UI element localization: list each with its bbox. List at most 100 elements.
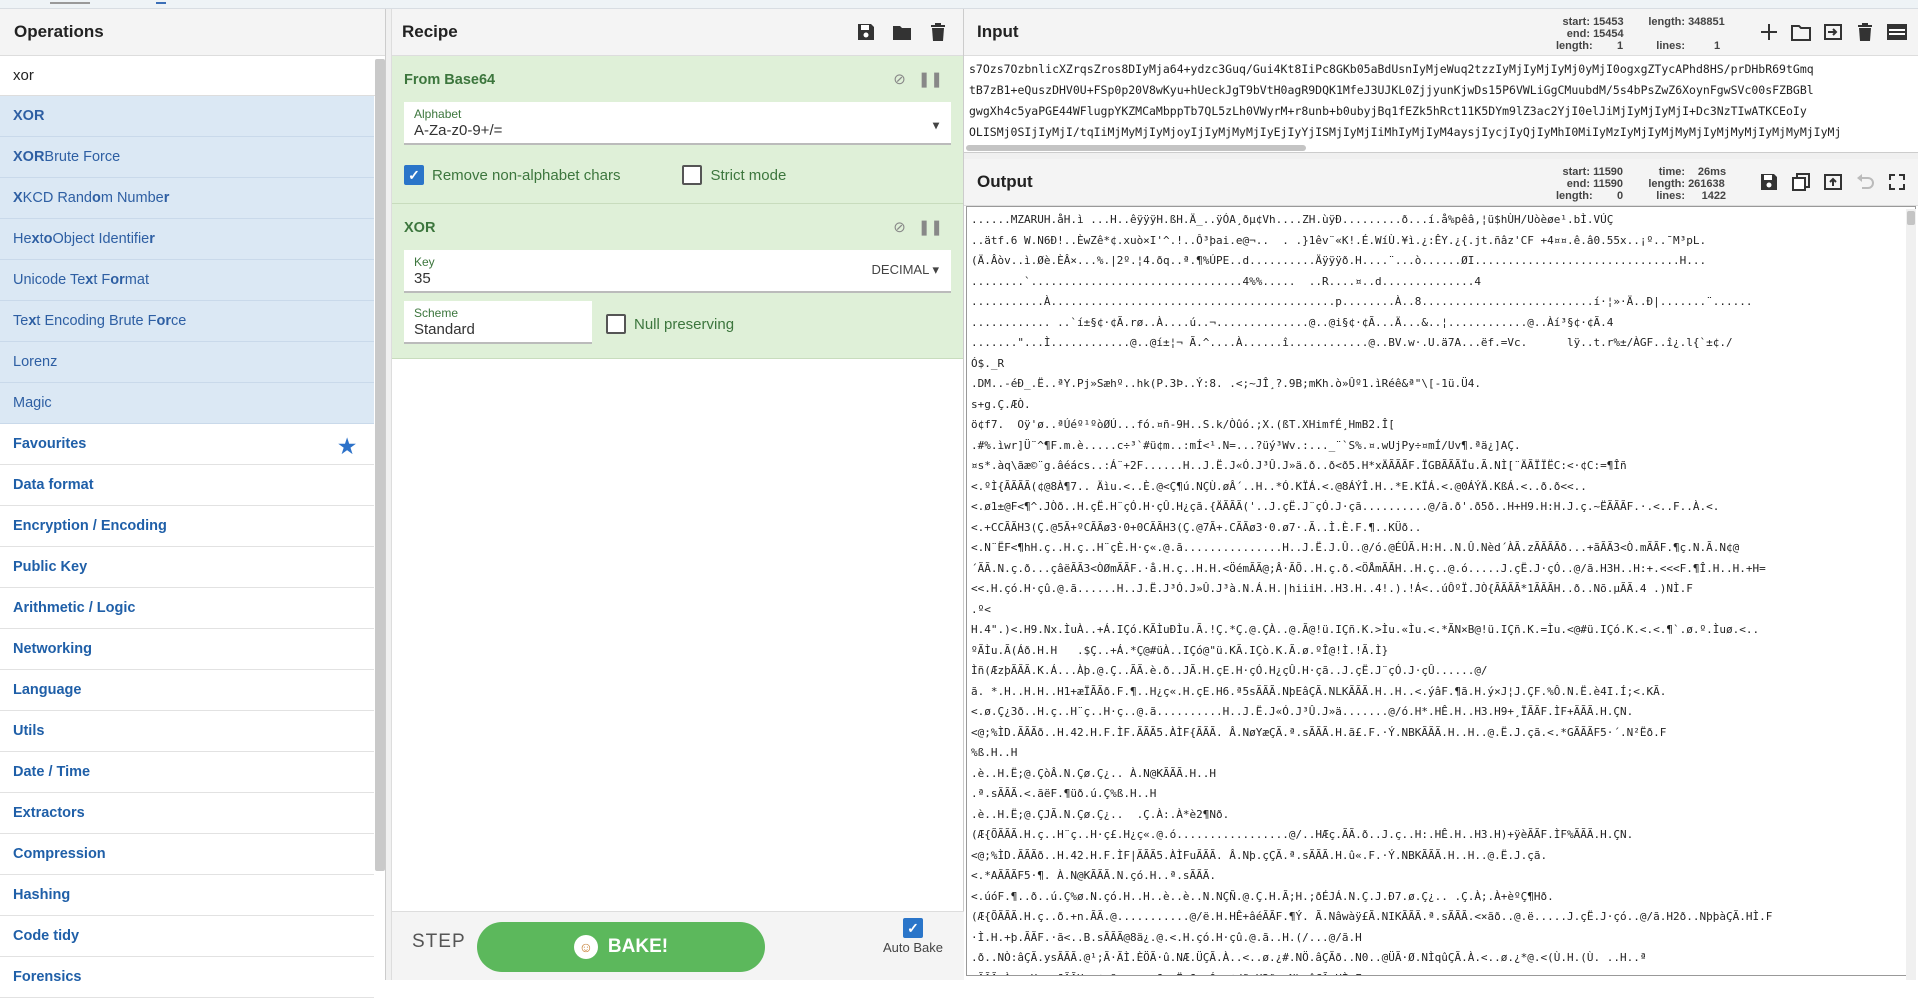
from-base64-operation[interactable]: From Base64 ⊘ ❚❚ Alphabet A-Za-z0-9+/= ▾ … [392, 56, 963, 204]
output-line: ...........À............................… [971, 295, 1753, 308]
step-button[interactable]: STEP [412, 931, 466, 953]
disable-icon[interactable]: ⊘ [893, 218, 906, 236]
category-item[interactable]: Compression [0, 834, 374, 875]
category-label: Extractors [13, 805, 85, 821]
category-item[interactable]: Language [0, 670, 374, 711]
output-line: .#%.ìwr]Ü¨^¶F.m.è.....c÷³`#ü¢m..:mÍ<¹.N=… [971, 438, 1521, 452]
category-item[interactable]: Data format [0, 465, 374, 506]
category-item[interactable]: Utils [0, 711, 374, 752]
star-icon[interactable]: ★ [338, 434, 356, 459]
save-icon[interactable] [1758, 171, 1780, 193]
operation-label-part: Unicode Te [13, 272, 86, 288]
category-label: Encryption / Encoding [13, 518, 167, 534]
key-format-dropdown[interactable]: DECIMAL ▾ [872, 262, 939, 278]
operation-result[interactable]: XOR Brute Force [0, 137, 374, 178]
trash-icon[interactable] [927, 21, 949, 43]
chevron-down-icon[interactable]: ▾ [933, 118, 939, 132]
remove-nonalphabet-checkbox[interactable]: ✓ [404, 165, 424, 185]
category-item[interactable]: Encryption / Encoding [0, 506, 374, 547]
input-scrollbar[interactable] [966, 145, 1306, 151]
operation-result[interactable]: Te x t Encoding Brute Fo r ce [0, 301, 374, 342]
output-scroll-thumb[interactable] [1907, 211, 1915, 225]
add-icon[interactable] [1758, 21, 1780, 43]
bake-bar: STEP ☺ BAKE! ✓ Auto Bake [392, 911, 964, 980]
strip-accent [156, 2, 166, 4]
from-base64-title: From Base64 [404, 72, 496, 88]
trash-icon[interactable] [1854, 21, 1876, 43]
bake-label: BAKE! [607, 936, 669, 957]
output-time: 26ms [1697, 166, 1727, 178]
category-label: Language [13, 682, 82, 698]
category-item[interactable]: Forensics [0, 957, 374, 998]
strict-mode-checkbox[interactable] [682, 165, 703, 185]
category-item[interactable]: Public Key [0, 547, 374, 588]
search-highlight: r [163, 190, 170, 206]
category-item[interactable]: Hashing [0, 875, 374, 916]
folder-icon[interactable] [891, 21, 913, 43]
output-start: 11590 [1593, 166, 1624, 178]
null-preserving-checkbox[interactable] [606, 314, 626, 334]
output-textarea[interactable]: ......MZARUH.åH.ì ...H..êÿÿÿH.ßH.Ä_..ÿÓA… [966, 206, 1916, 976]
pause-icon[interactable]: ❚❚ [918, 70, 943, 88]
operation-label-part: He [13, 231, 32, 247]
output-line: ........`...............................… [971, 274, 1481, 288]
input-stats: start: 15453 end: 15454 length: 1 [1556, 16, 1624, 52]
category-item[interactable]: Networking [0, 629, 374, 670]
operation-result[interactable]: Magic [0, 383, 374, 424]
bake-button[interactable]: ☺ BAKE! [477, 922, 765, 972]
tabs-icon[interactable] [1886, 21, 1908, 43]
output-line: <@;%ÌD.ÃÃÃð..H.42.H.F.ÌF.ÃÃÃ5.ÀÌF{ÃÃÃ. Â… [971, 725, 1667, 739]
operation-result[interactable]: Lorenz [0, 342, 374, 383]
xor-operation[interactable]: XOR ⊘ ❚❚ Key 35 DECIMAL ▾ Scheme Standard… [392, 204, 963, 359]
output-line: ¤s*.àq\ãæ©¨g.âéács..:Á¨+2F......H..J.Ë.J… [971, 459, 1627, 472]
search-input[interactable] [13, 67, 353, 84]
operation-result[interactable]: XOR [0, 96, 374, 137]
copy-icon[interactable] [1790, 171, 1812, 193]
operations-search[interactable] [0, 56, 385, 96]
operation-label-part: Magic [13, 395, 52, 411]
input-length-sel: 1 [1616, 40, 1624, 52]
input-line: gwgXh4c5yaPGE44WFlugpYKZMCaMbppTb7QL5zLh… [969, 104, 1807, 118]
output-line: ·Ì.H.+þ.ÃÃF.·ã<..B.sÃÃÃ@8ä¿.@.<.H.çó.H·ç… [971, 930, 1362, 944]
category-label: Public Key [13, 559, 88, 575]
operations-scrollbar[interactable] [375, 59, 385, 871]
scheme-value[interactable]: Standard [414, 321, 582, 338]
disable-icon[interactable]: ⊘ [893, 70, 906, 88]
output-line: ............ ..`í±§¢·¢Ã.rø..À....ú..¬...… [971, 315, 1614, 329]
category-item[interactable]: Extractors [0, 793, 374, 834]
replace-input-icon[interactable] [1822, 171, 1844, 193]
operation-result[interactable]: Unicode Te x t Fo r mat [0, 260, 374, 301]
save-icon[interactable] [855, 21, 877, 43]
maximise-icon[interactable] [1886, 171, 1908, 193]
output-scrollbar[interactable] [1906, 209, 1916, 980]
category-item[interactable]: Favourites ★ [0, 424, 374, 465]
key-value[interactable]: 35 [414, 270, 941, 287]
scheme-field[interactable]: Scheme Standard [404, 301, 592, 344]
output-line: <@;%ÌD.ÃÃÃð..H.42.H.F.ÌF|ÃÃÃ5.ÀÌFuÃÃÃ. Â… [971, 848, 1548, 862]
undo-icon[interactable] [1854, 171, 1876, 193]
output-line: <.*AÃÃÃF5·¶. À.N@KÃÃÃ.N.çó.H..ª.sÃÃÃ. [971, 869, 1217, 882]
category-item[interactable]: Date / Time [0, 752, 374, 793]
output-line: ö¢f7. Oÿ'ø..ªÚéº¹ºòØÚ...fó.¤ñ-9H..S.k/Òû… [971, 418, 1395, 431]
key-field[interactable]: Key 35 DECIMAL ▾ [404, 250, 951, 293]
operation-label-part: m Numbe [100, 190, 164, 206]
category-item[interactable]: Arithmetic / Logic [0, 588, 374, 629]
open-folder-icon[interactable] [1790, 21, 1812, 43]
alphabet-field[interactable]: Alphabet A-Za-z0-9+/= ▾ [404, 102, 951, 145]
operation-result[interactable]: He x to Object Identifie r [0, 219, 374, 260]
autobake-checkbox[interactable]: ✓ [903, 918, 923, 938]
category-label: Utils [13, 723, 45, 739]
key-format-label: DECIMAL [871, 262, 929, 277]
pause-icon[interactable]: ❚❚ [918, 218, 943, 236]
input-line: tB7zB1+eQuszDHV0U+FSp0p20V8wKyu+hUeckJgT… [969, 83, 1814, 97]
open-file-icon[interactable] [1822, 21, 1844, 43]
input-textarea[interactable]: s7Ozs7OzbnlicXZrqsZros8DIyMja64+ydzc3Guq… [964, 56, 1918, 141]
strict-mode-label: Strict mode [710, 166, 787, 184]
operation-result[interactable]: X KCD Rand o m Numbe r [0, 178, 374, 219]
category-item[interactable]: Code tidy [0, 916, 374, 957]
operation-label-part: KCD Rand [22, 190, 92, 206]
alphabet-value[interactable]: A-Za-z0-9+/= [414, 122, 941, 139]
input-lines: 1 [1713, 40, 1721, 52]
category-label: Networking [13, 641, 92, 657]
output-line: <.ø.Ç¿3ð..H.ç..H¨ç..H·ç..@.ã..........H.… [971, 705, 1634, 718]
